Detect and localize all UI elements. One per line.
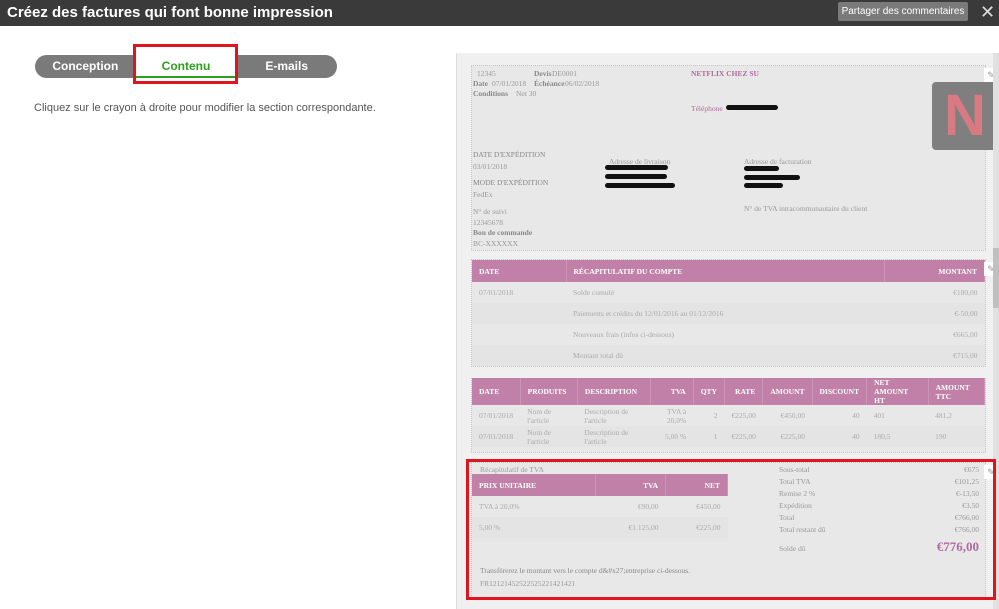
table-cell: €715,00 <box>884 345 985 366</box>
terms-value: Net 30 <box>516 89 537 98</box>
col-header: AMOUNT <box>762 378 813 405</box>
share-feedback-button[interactable]: Partager des commentaires <box>838 2 968 21</box>
table-row: 07/01/2018 Nom de l'article Description de… <box>472 405 985 426</box>
logo-letter: N <box>944 83 986 148</box>
po-label: Bon de commande <box>473 228 533 237</box>
tab-emails[interactable]: E-mails <box>236 55 337 78</box>
table-cell: TVA à 20,0% <box>666 406 687 425</box>
col-header: TVA <box>650 378 694 405</box>
col-header: DISCOUNT <box>812 378 868 405</box>
table-row: Montant total dû €715,00 <box>472 345 985 366</box>
account-summary-section[interactable]: DATE RÉCAPITULATIF DU COMPTE MONTANT 07/01… <box>471 259 998 367</box>
phone-label: Téléphone <box>691 104 723 113</box>
due-value: 06/02/2018 <box>565 79 600 88</box>
table-cell: €100,00 <box>953 288 978 297</box>
tracking-label: N° de suivi <box>473 207 507 216</box>
invoice-number: 12345 <box>477 69 496 78</box>
col-header: DESCRIPTION <box>577 378 652 405</box>
highlight-box <box>466 459 996 600</box>
col-header: RÉCAPITULATIF DU COMPTE <box>566 260 885 282</box>
table-row: 07/01/2018 Solde cumulé €100,00 <box>472 282 985 303</box>
ship-mode: FedEx <box>473 190 493 199</box>
table-row: 07/01/2018 Nom de l'article Description de… <box>472 426 985 447</box>
ship-mode-label: MODE D'EXPÉDITION <box>473 178 549 187</box>
billing-address-label: Adresse de facturation <box>744 157 812 166</box>
table-cell <box>472 324 566 345</box>
table-cell: 07/01/2018 <box>472 426 521 447</box>
redaction-bar <box>744 183 783 188</box>
table-cell: €-50,00 <box>884 303 985 324</box>
ship-date-label: DATE D'EXPÉDITION <box>473 150 546 159</box>
table-row: Nouveaux frais (infos ci-dessous) €665,00 <box>472 324 985 345</box>
highlight-box <box>133 44 238 84</box>
page-title: Créez des factures qui font bonne impres… <box>7 4 333 21</box>
col-header: QTY <box>693 378 725 405</box>
company-logo[interactable]: N <box>932 82 998 150</box>
table-cell: Nom de l'article <box>520 426 578 447</box>
po-value: BC-XXXXXX <box>473 239 518 248</box>
table-cell: 5,00 % <box>650 426 694 447</box>
col-header: MONTANT <box>884 260 985 282</box>
header-bar: Créez des factures qui font bonne impres… <box>0 0 999 26</box>
table-cell: Description de l'article <box>577 426 651 447</box>
table-cell: €225,00 <box>731 411 756 420</box>
date-label: Date <box>473 79 488 88</box>
table-cell <box>472 303 566 324</box>
table-cell: Description de l'article <box>584 406 629 425</box>
table-cell: 07/01/2018 <box>479 288 514 297</box>
table-cell: 1 <box>693 426 725 447</box>
tab-conception[interactable]: Conception <box>35 55 136 78</box>
col-header: RATE <box>724 378 764 405</box>
table-cell: €450,00 <box>780 411 805 420</box>
table-cell: €225,00 <box>724 426 763 447</box>
invoice-header-section[interactable]: 12345 Devis DE0001 Date 07/01/2018 Échéa… <box>471 65 998 251</box>
table-cell: 40 <box>852 411 860 420</box>
table-cell: 180,5 <box>866 426 929 447</box>
redaction-bar <box>744 166 779 171</box>
redaction-bar <box>744 175 800 180</box>
table-cell: 190 <box>928 426 985 447</box>
table-cell: 40 <box>812 426 867 447</box>
table-cell: 2 <box>713 411 718 420</box>
table-cell: 07/01/2018 <box>479 411 514 420</box>
col-header: NET AMOUNT HT <box>866 378 929 405</box>
table-cell: Nouveaux frais (infos ci-dessous) <box>573 330 675 339</box>
items-section[interactable]: DATE PRODUITS DESCRIPTION TVA QTY RATE AMOUNT D… <box>471 378 986 453</box>
date-value: 07/01/2018 <box>492 79 527 88</box>
ship-date: 03/01/2018 <box>473 162 508 171</box>
account-summary-table: DATE RÉCAPITULATIF DU COMPTE MONTANT 07/01… <box>472 260 985 366</box>
redaction-bar <box>726 105 778 110</box>
table-cell <box>472 345 566 366</box>
table-cell: €665,00 <box>953 330 978 339</box>
devis-value: DE0001 <box>552 69 577 78</box>
col-header: DATE <box>472 378 521 405</box>
table-cell: 401 <box>873 411 885 420</box>
col-header: DATE <box>472 260 567 282</box>
table-cell: Montant total dû <box>566 345 885 366</box>
table-row: Paiements et crédits du 12/01/2016 au 01… <box>472 303 985 324</box>
terms-label: Conditions <box>473 89 509 98</box>
hint-text: Cliquez sur le crayon à droite pour modi… <box>34 102 376 114</box>
client-vat-label: N° de TVA intracommunautaire du client <box>744 204 868 213</box>
items-table: DATE PRODUITS DESCRIPTION TVA QTY RATE AMOUNT D… <box>472 378 986 447</box>
col-header: PRODUITS <box>520 378 578 405</box>
redaction-bar <box>605 183 675 188</box>
table-cell: Nom de l'article <box>527 406 552 425</box>
devis-label: Devis <box>534 69 552 78</box>
table-cell: €225,00 <box>762 426 812 447</box>
tracking-value: 12345678 <box>473 218 503 227</box>
table-cell: Paiements et crédits du 12/01/2016 au 01… <box>566 303 885 324</box>
due-label: Échéance <box>534 79 565 88</box>
table-cell: 481,2 <box>935 411 953 420</box>
close-icon[interactable]: ✕ <box>980 2 995 23</box>
redaction-bar <box>605 174 667 179</box>
col-header: AMOUNT TTC <box>928 378 986 405</box>
company-name: NETFLIX CHEZ SU <box>691 69 759 78</box>
scrollbar-thumb[interactable] <box>993 248 999 308</box>
redaction-bar <box>605 165 668 170</box>
table-cell: Solde cumulé <box>573 288 615 297</box>
